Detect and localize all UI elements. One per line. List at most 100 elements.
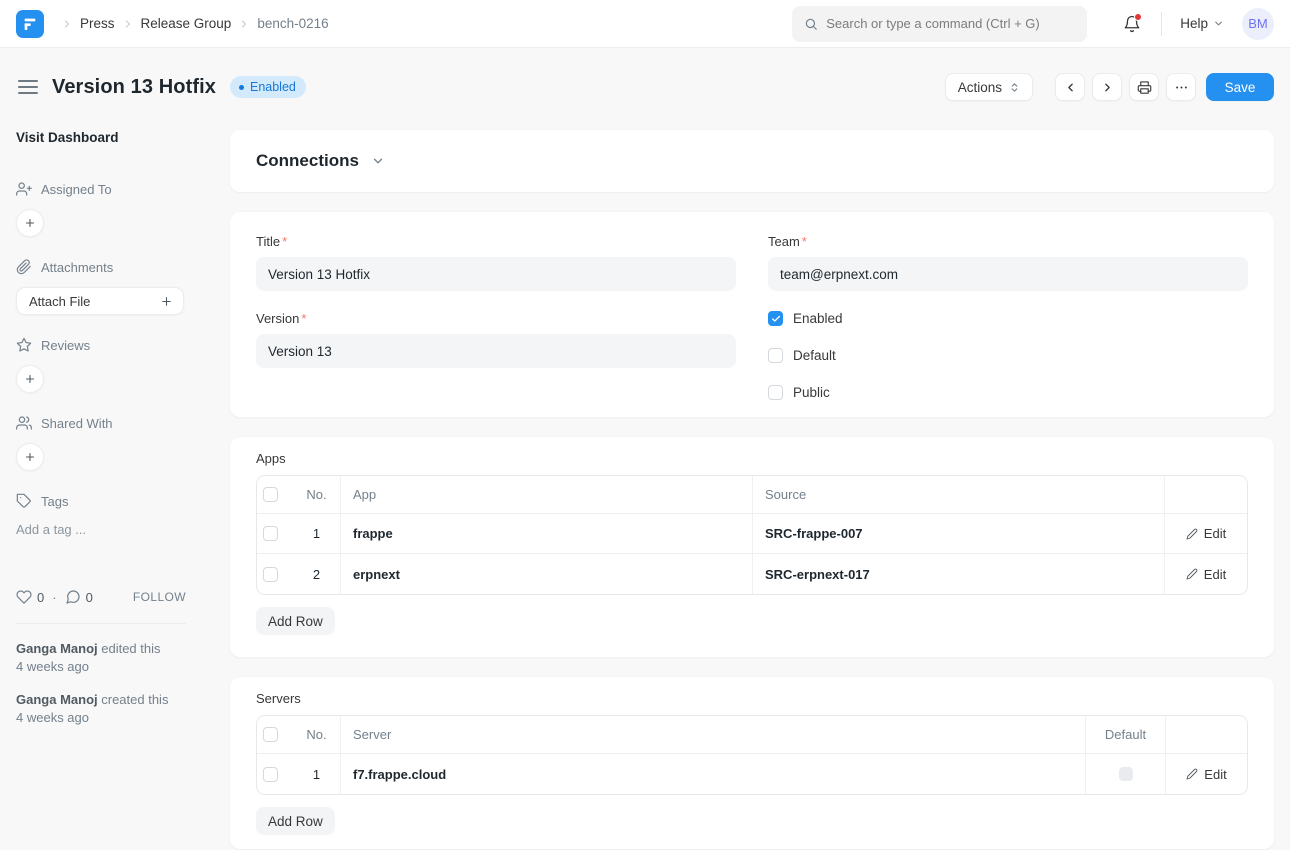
required-marker: *	[301, 311, 306, 326]
table-row[interactable]: 1 frappe SRC-frappe-007 Edit	[257, 514, 1247, 554]
connections-label: Connections	[256, 151, 359, 171]
server-cell[interactable]: f7.frappe.cloud	[341, 754, 1086, 794]
visit-dashboard-link[interactable]: Visit Dashboard	[16, 130, 202, 145]
table-row[interactable]: 2 erpnext SRC-erpnext-017 Edit	[257, 554, 1247, 594]
enabled-checkbox[interactable]: Enabled	[768, 311, 1248, 326]
chevron-right-icon	[61, 18, 73, 30]
connections-section-toggle[interactable]: Connections	[230, 130, 1274, 192]
select-all-checkbox[interactable]	[263, 727, 278, 742]
checkbox-unchecked-icon	[768, 348, 783, 363]
servers-add-row-button[interactable]: Add Row	[256, 807, 335, 835]
edit-row-button[interactable]: Edit	[1186, 767, 1226, 782]
version-field-label: Version*	[256, 311, 736, 326]
like-count: 0	[37, 590, 44, 605]
pencil-icon	[1186, 568, 1198, 580]
app-cell[interactable]: erpnext	[341, 554, 753, 594]
document-sidebar: Visit Dashboard Assigned To Attachments …	[16, 130, 202, 727]
top-navbar: Press Release Group bench-0216 Help BM	[0, 0, 1290, 48]
default-checkbox[interactable]: Default	[768, 348, 1248, 363]
apps-add-row-button[interactable]: Add Row	[256, 607, 335, 635]
source-cell[interactable]: SRC-frappe-007	[753, 514, 1165, 553]
assigned-to-section: Assigned To	[16, 181, 202, 197]
dot-separator: ·	[52, 590, 56, 605]
required-marker: *	[282, 234, 287, 249]
team-field-input[interactable]: team@erpnext.com	[768, 257, 1248, 291]
enabled-checkbox-label: Enabled	[793, 311, 843, 326]
column-header-app: App	[341, 476, 753, 513]
form-main-area: Connections Title* Version 13 Hotfix Ver…	[230, 130, 1274, 849]
chevron-down-icon	[1213, 18, 1224, 29]
user-plus-icon	[16, 181, 32, 197]
heart-icon[interactable]	[16, 589, 32, 605]
notifications-button[interactable]	[1123, 15, 1141, 33]
help-label: Help	[1180, 16, 1208, 31]
pencil-icon	[1186, 768, 1198, 780]
chevron-right-icon	[122, 18, 134, 30]
global-search[interactable]	[792, 6, 1087, 42]
tags-section: Tags	[16, 493, 202, 509]
servers-label: Servers	[256, 691, 1248, 706]
comment-icon[interactable]	[65, 589, 81, 605]
print-button[interactable]	[1129, 73, 1159, 101]
column-header-server: Server	[341, 716, 1086, 753]
version-field-input[interactable]: Version 13	[256, 334, 736, 368]
row-checkbox[interactable]	[263, 526, 278, 541]
public-checkbox[interactable]: Public	[768, 385, 1248, 400]
default-checkbox-label: Default	[793, 348, 836, 363]
add-share-button[interactable]	[16, 443, 44, 471]
apps-table: No. App Source 1 frappe SRC-frappe-007 E…	[256, 475, 1248, 595]
servers-section: Servers No. Server Default 1 f7.frappe.c…	[230, 677, 1274, 849]
pencil-icon	[1186, 528, 1198, 540]
user-avatar[interactable]: BM	[1242, 8, 1274, 40]
attach-file-button[interactable]: Attach File	[16, 287, 184, 315]
source-cell[interactable]: SRC-erpnext-017	[753, 554, 1165, 594]
app-cell[interactable]: frappe	[341, 514, 753, 553]
plus-icon	[24, 373, 36, 385]
add-assignment-button[interactable]	[16, 209, 44, 237]
reviews-label: Reviews	[41, 338, 90, 353]
apps-label: Apps	[256, 451, 1248, 466]
add-tag-input[interactable]: Add a tag ...	[16, 522, 202, 537]
chevron-right-icon	[238, 18, 250, 30]
paperclip-icon	[16, 259, 32, 275]
page-header: Version 13 Hotfix Enabled Actions Save	[16, 66, 1274, 108]
breadcrumb-item-press[interactable]: Press	[80, 16, 115, 31]
row-number: 2	[293, 554, 341, 594]
breadcrumb: Press Release Group bench-0216	[54, 16, 329, 31]
apps-table-header: No. App Source	[257, 476, 1247, 514]
actions-dropdown[interactable]: Actions	[945, 73, 1033, 101]
notification-dot	[1134, 13, 1142, 21]
chevron-right-icon	[1101, 81, 1114, 94]
table-row[interactable]: 1 f7.frappe.cloud Edit	[257, 754, 1247, 794]
breadcrumb-item-release-group[interactable]: Release Group	[141, 16, 232, 31]
select-all-checkbox[interactable]	[263, 487, 278, 502]
status-badge-label: Enabled	[250, 80, 296, 94]
navbar-divider	[1161, 12, 1162, 36]
attach-file-label: Attach File	[29, 294, 90, 309]
row-checkbox[interactable]	[263, 567, 278, 582]
frappe-logo-icon[interactable]	[16, 10, 44, 38]
edit-row-button[interactable]: Edit	[1186, 526, 1226, 541]
search-icon	[804, 17, 818, 31]
follow-button[interactable]: FOLLOW	[133, 590, 186, 604]
row-number: 1	[293, 514, 341, 553]
sidebar-toggle-icon[interactable]	[18, 80, 38, 94]
more-options-button[interactable]	[1166, 73, 1196, 101]
star-icon	[16, 337, 32, 353]
help-menu[interactable]: Help	[1180, 16, 1224, 31]
save-button[interactable]: Save	[1206, 73, 1274, 101]
activity-time: 4 weeks ago	[16, 709, 202, 727]
activity-user: Ganga Manoj	[16, 641, 98, 656]
prev-document-button[interactable]	[1055, 73, 1085, 101]
row-checkbox[interactable]	[263, 767, 278, 782]
next-document-button[interactable]	[1092, 73, 1122, 101]
reviews-section: Reviews	[16, 337, 202, 353]
tag-icon	[16, 493, 32, 509]
edit-row-button[interactable]: Edit	[1186, 567, 1226, 582]
chevron-down-icon	[371, 154, 385, 168]
activity-action: edited this	[98, 641, 161, 656]
search-input[interactable]	[826, 16, 1075, 31]
plus-icon	[24, 217, 36, 229]
title-field-input[interactable]: Version 13 Hotfix	[256, 257, 736, 291]
add-review-button[interactable]	[16, 365, 44, 393]
